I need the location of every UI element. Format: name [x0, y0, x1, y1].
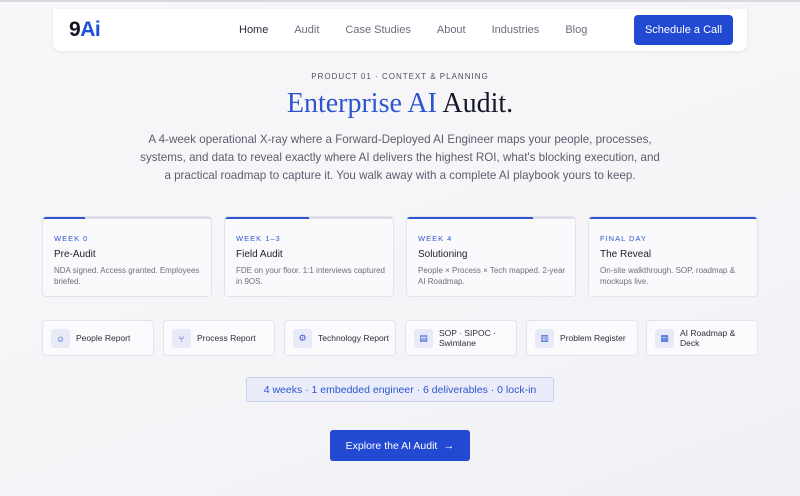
progress-bar — [225, 217, 309, 219]
explore-audit-label: Explore the AI Audit — [345, 439, 438, 452]
week-title: Solutioning — [418, 249, 468, 260]
week-label: WEEK 4 — [418, 234, 453, 243]
progress-bar — [589, 217, 757, 219]
deliverable-label: Technology Report — [318, 333, 389, 343]
week-label: WEEK 0 — [54, 234, 89, 243]
page-title: Enterprise AI Audit. — [0, 88, 800, 120]
summary-pill: 4 weeks · 1 embedded engineer · 6 delive… — [246, 377, 554, 402]
nav-links: Home Audit Case Studies About Industries… — [239, 24, 613, 36]
nav-industries[interactable]: Industries — [492, 24, 540, 36]
progress-bar — [43, 217, 85, 219]
title-accent: Enterprise AI — [286, 88, 437, 119]
week-description: FDE on your floor. 1:1 interviews captur… — [236, 266, 385, 286]
deliverable-people-report[interactable]: ☺ People Report — [42, 320, 154, 356]
week-description: NDA signed. Access granted. Employees br… — [54, 266, 200, 286]
deliverable-sop[interactable]: ▤ SOP · SIPOC · Swimlane — [405, 320, 517, 356]
week-card-solutioning: WEEK 4 Solutioning People × Process × Te… — [406, 216, 576, 297]
week-title: The Reveal — [600, 249, 652, 260]
week-description: People × Process × Tech mapped. 2-year A… — [418, 266, 566, 286]
arrow-right-icon: → — [443, 439, 455, 452]
deliverable-label: Process Report — [197, 333, 256, 343]
week-card-field-audit: WEEK 1–3 Field Audit FDE on your floor. … — [224, 216, 394, 297]
process-icon: ⑂ — [172, 329, 191, 348]
nav-audit[interactable]: Audit — [294, 24, 319, 36]
week-card-the-reveal: FINAL DAY The Reveal On-site walkthrough… — [588, 216, 758, 297]
schedule-call-button[interactable]: Schedule a Call — [634, 15, 733, 45]
deliverable-problem-register[interactable]: ▥ Problem Register — [526, 320, 638, 356]
deliverable-label: Problem Register — [560, 333, 626, 343]
nav-home[interactable]: Home — [239, 24, 268, 36]
deliverable-technology-report[interactable]: ⚙ Technology Report — [284, 320, 396, 356]
deliverable-label: People Report — [76, 333, 131, 343]
document-icon: ▤ — [414, 329, 433, 348]
week-description: On-site walkthrough. SOP, roadmap & mock… — [600, 266, 736, 286]
progress-bar — [407, 217, 533, 219]
deliverable-ai-roadmap[interactable]: ▦ AI Roadmap & Deck — [646, 320, 758, 356]
week-label: WEEK 1–3 — [236, 234, 281, 243]
timeline: WEEK 0 Pre-Audit NDA signed. Access gran… — [42, 216, 758, 297]
logo[interactable]: 9Ai — [69, 18, 101, 42]
deliverable-label: SOP · SIPOC · Swimlane — [439, 328, 496, 348]
explore-audit-button[interactable]: Explore the AI Audit → — [330, 430, 470, 461]
gear-icon: ⚙ — [293, 329, 312, 348]
hero-description: A 4-week operational X-ray where a Forwa… — [140, 133, 660, 182]
week-label: FINAL DAY — [600, 234, 647, 243]
deliverable-label: AI Roadmap & Deck — [680, 328, 736, 348]
clipboard-icon: ▥ — [535, 329, 554, 348]
top-border — [0, 0, 800, 2]
title-rest: Audit. — [442, 88, 514, 119]
week-title: Field Audit — [236, 249, 283, 260]
map-icon: ▦ — [655, 329, 674, 348]
people-icon: ☺ — [51, 329, 70, 348]
deliverables: ☺ People Report ⑂ Process Report ⚙ Techn… — [42, 320, 758, 356]
nav-blog[interactable]: Blog — [565, 24, 587, 36]
eyebrow: PRODUCT 01 · CONTEXT & PLANNING — [311, 72, 489, 81]
nav-case-studies[interactable]: Case Studies — [345, 24, 410, 36]
deliverable-process-report[interactable]: ⑂ Process Report — [163, 320, 275, 356]
nav-about[interactable]: About — [437, 24, 466, 36]
week-card-pre-audit: WEEK 0 Pre-Audit NDA signed. Access gran… — [42, 216, 212, 297]
week-title: Pre-Audit — [54, 249, 96, 260]
navbar: 9Ai Home Audit Case Studies About Indust… — [53, 9, 747, 51]
